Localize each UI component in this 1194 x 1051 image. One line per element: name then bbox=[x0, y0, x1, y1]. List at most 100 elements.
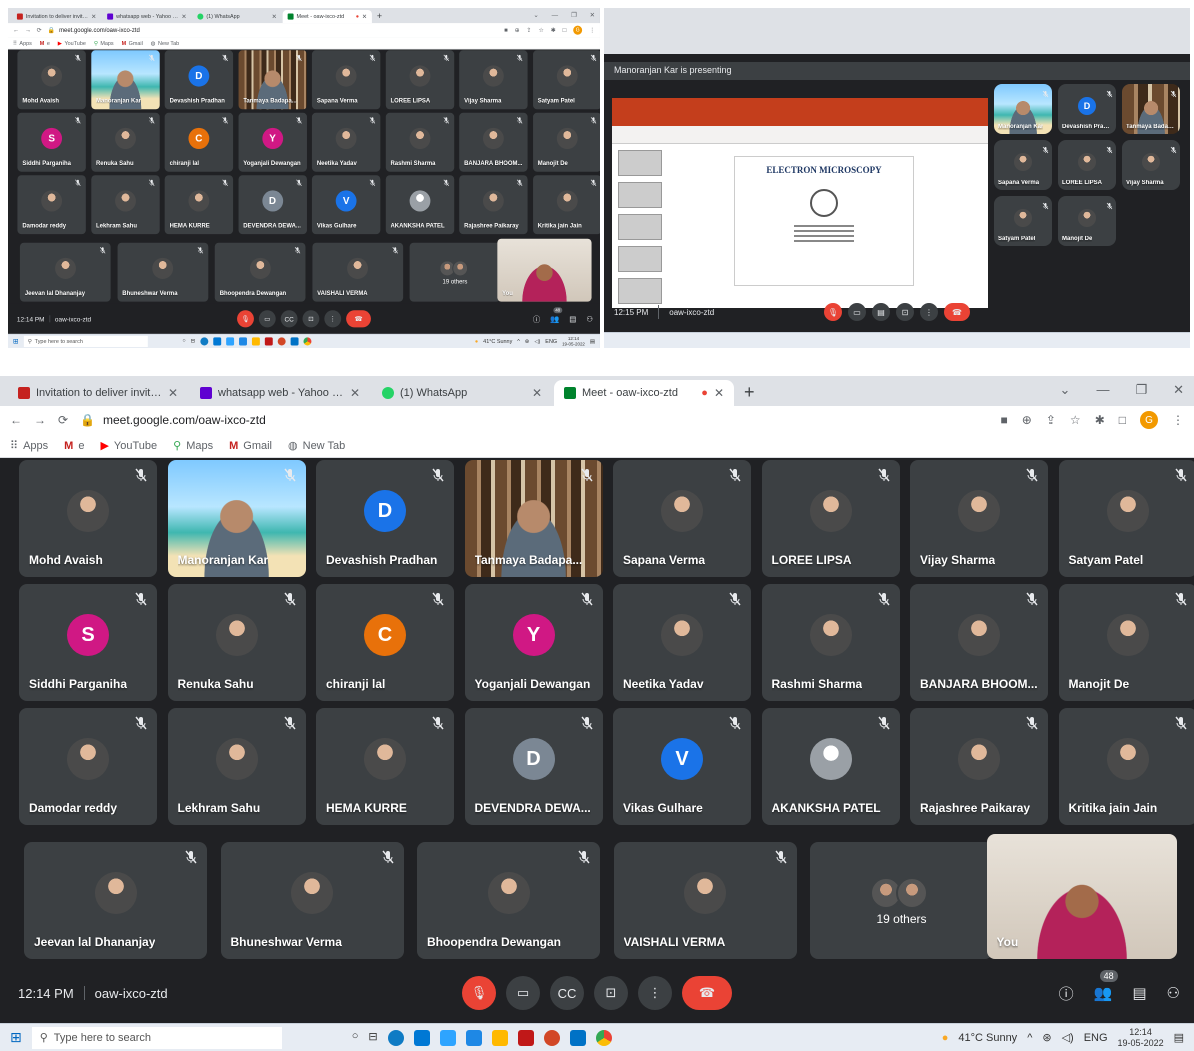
thumb-store-icon[interactable] bbox=[213, 337, 222, 346]
thumb-participant-tile[interactable]: HEMA KURRE bbox=[164, 175, 234, 235]
thumb-chrome-icon[interactable] bbox=[303, 337, 312, 346]
thumb-camera-icon[interactable]: ■ bbox=[504, 27, 508, 34]
thumb-reload-icon[interactable]: ⟳ bbox=[37, 27, 42, 34]
more-options-button[interactable]: ⋮ bbox=[920, 303, 938, 321]
participant-tile[interactable]: Manojit De bbox=[1058, 196, 1116, 246]
participant-tile[interactable]: Tanmaya Badapa... bbox=[1122, 84, 1180, 134]
more-options-button[interactable]: ⋮ bbox=[638, 976, 672, 1010]
self-video-tile[interactable]: You bbox=[986, 834, 1177, 959]
captions-button[interactable]: ▤ bbox=[872, 303, 890, 321]
thumb-leave-call-button[interactable]: ☎ bbox=[346, 310, 371, 328]
info-icon[interactable]: ⓘ bbox=[1059, 983, 1074, 1004]
app-icon[interactable] bbox=[465, 1029, 482, 1046]
others-tile[interactable]: 19 others bbox=[810, 842, 993, 959]
minimize-icon[interactable]: — bbox=[1096, 382, 1109, 398]
activities-icon[interactable]: ⚇ bbox=[1167, 984, 1180, 1002]
thumb-participant-tile[interactable]: Sapana Verma bbox=[311, 50, 381, 110]
thumb-bookmark-maps[interactable]: ⚲ Maps bbox=[94, 40, 114, 46]
present-button[interactable]: ⊡ bbox=[896, 303, 914, 321]
thumb-cortana-icon[interactable]: ○ bbox=[182, 337, 185, 345]
store-icon[interactable] bbox=[413, 1029, 430, 1046]
present-button[interactable]: ⊡ bbox=[594, 976, 628, 1010]
leave-call-button[interactable]: ☎ bbox=[682, 976, 732, 1010]
lens-icon[interactable] bbox=[439, 1029, 456, 1046]
thumb-participant-tile[interactable]: Rajashree Paikaray bbox=[459, 175, 528, 235]
participant-tile[interactable]: D Devashish Pradhan bbox=[316, 460, 454, 577]
tab-invitation[interactable]: Invitation to deliver invited talk -✕ bbox=[8, 380, 188, 406]
thumb-mcafee-icon[interactable] bbox=[264, 337, 273, 346]
participant-tile[interactable]: Satyam Patel bbox=[994, 196, 1052, 246]
thumb-participant-tile[interactable]: LOREE LIPSA bbox=[385, 50, 454, 110]
close-icon[interactable]: ✕ bbox=[532, 386, 542, 400]
thumb-notifications-icon[interactable]: ▤ bbox=[590, 338, 595, 344]
participant-tile[interactable]: Vijay Sharma bbox=[1122, 140, 1180, 190]
participant-tile[interactable]: Mohd Avaish bbox=[19, 460, 157, 577]
thumb-participant-tile[interactable]: Bhuneshwar Verma bbox=[117, 242, 209, 302]
chrome-icon[interactable] bbox=[595, 1029, 612, 1046]
thumb-bookmark-apps[interactable]: ⠿ Apps bbox=[13, 40, 32, 46]
window-close-icon[interactable]: ✕ bbox=[1173, 382, 1184, 398]
tab-yahoo[interactable]: whatsapp web - Yahoo India Sea✕ bbox=[190, 380, 370, 406]
thumb-close-icon[interactable]: ✕ bbox=[362, 13, 367, 20]
mic-off-button[interactable]: 🎙 bbox=[824, 303, 842, 321]
star-icon[interactable]: ☆ bbox=[1070, 413, 1081, 427]
thumb-tab-whatsapp[interactable]: (1) WhatsApp ✕ bbox=[192, 10, 281, 23]
thumb-weather-text[interactable]: 41°C Sunny bbox=[483, 338, 512, 344]
tab-meet[interactable]: Meet - oaw-ixco-ztd ● ✕ bbox=[554, 380, 734, 406]
thumb-language-indicator[interactable]: ENG bbox=[545, 338, 557, 344]
thumb-participant-tile[interactable]: Kritika jain Jain bbox=[532, 175, 600, 235]
participant-tile[interactable]: Manoranjan Kar bbox=[994, 84, 1052, 134]
thumb-extensions-icon[interactable]: ✱ bbox=[551, 27, 556, 34]
participant-tile[interactable]: V Vikas Gulhare bbox=[613, 708, 751, 825]
forward-icon[interactable]: → bbox=[34, 413, 46, 427]
cortana-icon[interactable]: ○ bbox=[352, 1030, 359, 1046]
people-button[interactable]: 48 👥 bbox=[1094, 970, 1118, 1002]
thumb-network-icon[interactable]: ⊛ bbox=[525, 338, 530, 344]
participant-tile[interactable]: Rashmi Sharma bbox=[761, 584, 900, 701]
thumb-participant-tile[interactable]: Manojit De bbox=[532, 112, 600, 172]
thumb-outlook-icon[interactable] bbox=[290, 337, 299, 346]
participant-tile[interactable]: Manoranjan Kar bbox=[167, 460, 306, 577]
participant-tile[interactable]: LOREE LIPSA bbox=[1058, 140, 1116, 190]
tray-chevron-icon[interactable]: ^ bbox=[1027, 1032, 1032, 1044]
close-icon[interactable]: ✕ bbox=[350, 386, 360, 400]
thumb-participant-tile[interactable]: Mohd Avaish bbox=[17, 50, 86, 110]
thumb-participant-tile[interactable]: V Vikas Gulhare bbox=[311, 175, 381, 235]
participant-tile[interactable]: Kritika jain Jain bbox=[1058, 708, 1194, 825]
thumb-tab-search-icon[interactable]: ⌄ bbox=[533, 11, 538, 19]
thumb-app-icon[interactable] bbox=[238, 337, 247, 346]
language-indicator[interactable]: ENG bbox=[1084, 1032, 1108, 1044]
thumb-powerpoint-icon[interactable] bbox=[277, 337, 286, 346]
weather-text[interactable]: 41°C Sunny bbox=[958, 1032, 1017, 1044]
thumb-share-icon[interactable]: ⇪ bbox=[527, 27, 532, 34]
thumb-participant-tile[interactable]: Rashmi Sharma bbox=[385, 112, 454, 172]
participant-tile[interactable]: BANJARA BHOOM... bbox=[910, 584, 1048, 701]
file-explorer-icon[interactable] bbox=[491, 1029, 508, 1046]
participant-tile[interactable]: Sapana Verma bbox=[613, 460, 751, 577]
thumb-people-button[interactable]: 48 👥 bbox=[550, 307, 563, 323]
thumb-participant-tile[interactable]: Damodar reddy bbox=[17, 175, 86, 235]
mic-off-button[interactable]: 🎙 bbox=[462, 976, 496, 1010]
participant-tile[interactable]: S Siddhi Parganiha bbox=[19, 584, 157, 701]
thumb-menu-icon[interactable]: ⋮ bbox=[589, 27, 595, 34]
thumb-new-tab-button[interactable]: + bbox=[373, 10, 386, 23]
participant-tile[interactable]: Sapana Verma bbox=[994, 140, 1052, 190]
tab-search-icon[interactable]: ⌄ bbox=[1060, 382, 1071, 398]
participant-tile[interactable]: Lekhram Sahu bbox=[167, 708, 306, 825]
close-icon[interactable]: ✕ bbox=[168, 386, 178, 400]
participant-tile[interactable]: Tanmaya Badapa... bbox=[464, 460, 603, 577]
thumb-participant-tile[interactable]: Vijay Sharma bbox=[459, 50, 528, 110]
thumb-participant-tile[interactable]: Renuka Sahu bbox=[91, 112, 160, 172]
participant-tile[interactable]: HEMA KURRE bbox=[316, 708, 454, 825]
thumb-volume-icon[interactable]: ◁) bbox=[534, 338, 540, 344]
tab-whatsapp[interactable]: (1) WhatsApp ✕ bbox=[372, 380, 552, 406]
thumb-participant-tile[interactable]: Lekhram Sahu bbox=[91, 175, 160, 235]
participant-tile[interactable]: Manojit De bbox=[1058, 584, 1194, 701]
extensions-icon[interactable]: ✱ bbox=[1095, 413, 1105, 427]
thumb-participant-tile[interactable]: Bhoopendra Dewangan bbox=[214, 242, 306, 302]
thumb-mic-off-button[interactable]: 🎙 bbox=[237, 310, 254, 328]
participant-tile[interactable]: AKANKSHA PATEL bbox=[761, 708, 900, 825]
thumb-clock[interactable]: 12:14 19-05-2022 bbox=[562, 336, 585, 347]
chat-icon[interactable]: ▤ bbox=[1132, 984, 1146, 1002]
thumb-profile-avatar[interactable]: G bbox=[573, 25, 583, 35]
